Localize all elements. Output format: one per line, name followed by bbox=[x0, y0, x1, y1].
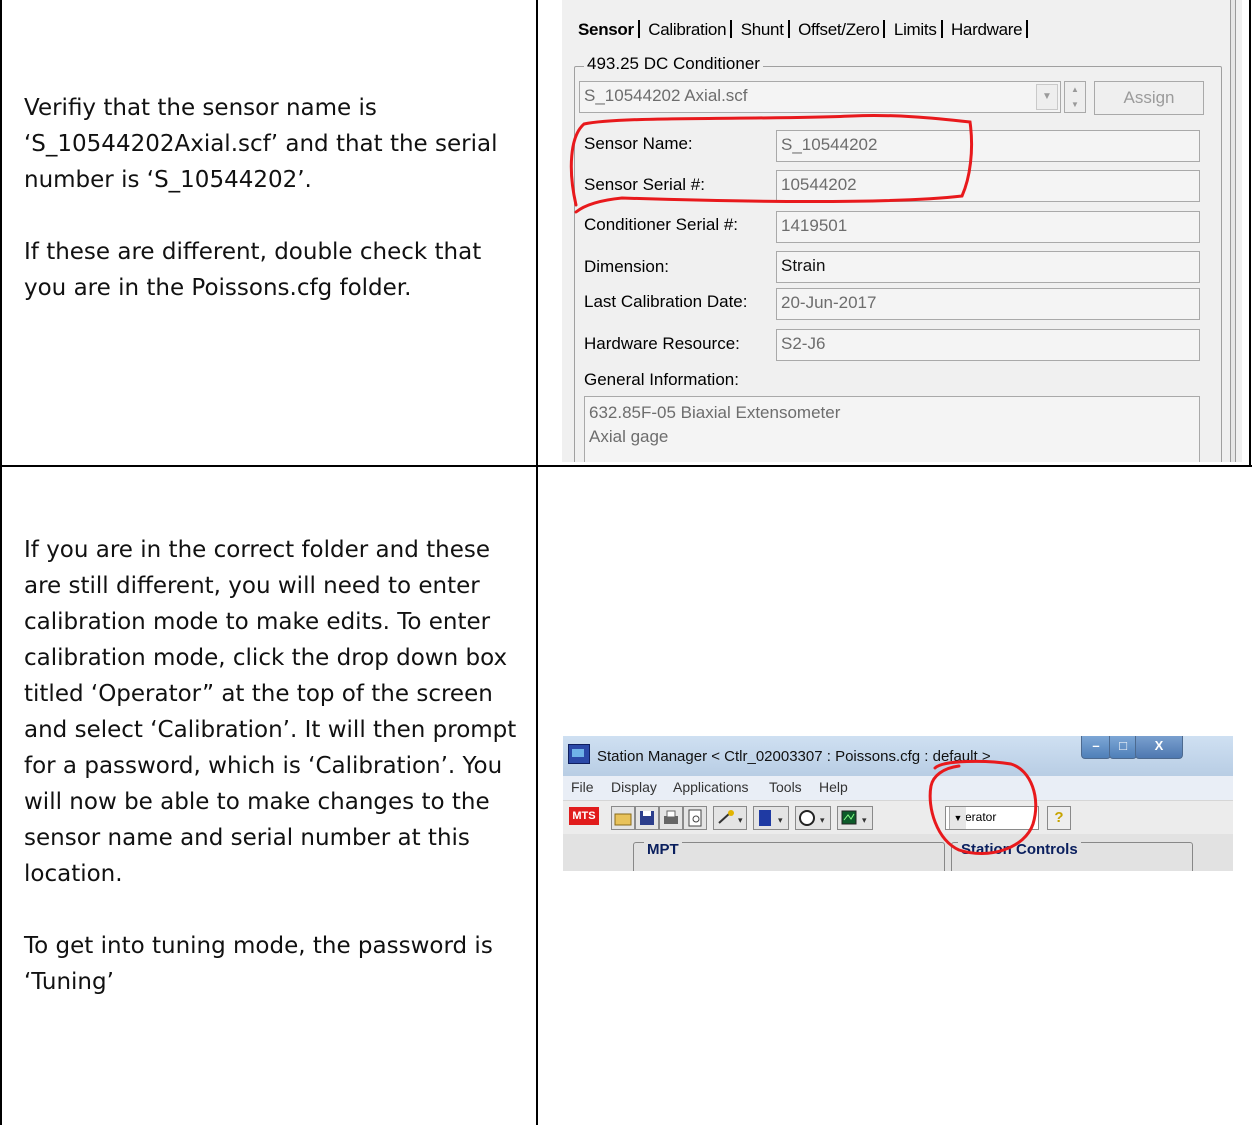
tab-sensor[interactable]: Sensor bbox=[578, 20, 638, 40]
conditioner-serial-value: 1419501 bbox=[781, 216, 848, 235]
gauge-icon[interactable]: ▾ bbox=[795, 806, 831, 830]
conditioner-serial-field[interactable]: 1419501 bbox=[776, 211, 1200, 243]
menu-display[interactable]: Display bbox=[611, 779, 657, 795]
station-controls-panel: Station Controls bbox=[951, 841, 1193, 871]
minimize-icon[interactable]: – bbox=[1081, 736, 1111, 759]
general-info-textarea[interactable]: 632.85F-05 Biaxial Extensometer Axial ga… bbox=[584, 396, 1200, 462]
sensor-dialog-screenshot: Sensor Calibration Shunt Offset/Zero Lim… bbox=[562, 0, 1242, 462]
dimension-label: Dimension: bbox=[584, 257, 670, 276]
conditioner-group-title: 493.25 DC Conditioner bbox=[584, 54, 763, 74]
sensor-tabs: Sensor Calibration Shunt Offset/Zero Lim… bbox=[578, 20, 1032, 40]
menu-bar: File Display Applications Tools Help bbox=[563, 776, 1233, 800]
spin-buttons[interactable]: ▲ ▼ bbox=[1064, 81, 1086, 113]
question-icon[interactable]: ? bbox=[1047, 806, 1071, 830]
window-title: Station Manager < Ctlr_02003307 : Poisso… bbox=[597, 748, 991, 765]
assign-button[interactable]: Assign bbox=[1094, 81, 1204, 115]
instruction-paragraph: To get into tuning mode, the password is… bbox=[24, 933, 493, 995]
instruction-cell-1: Verifiy that the sensor name is ‘S_10544… bbox=[24, 90, 524, 306]
menu-tools[interactable]: Tools bbox=[769, 779, 802, 795]
tab-calibration[interactable]: Calibration bbox=[648, 20, 730, 40]
dimension-value: Strain bbox=[781, 256, 826, 275]
save-icon[interactable] bbox=[635, 806, 659, 830]
instruction-paragraph: If these are different, double check tha… bbox=[24, 239, 482, 301]
menu-file[interactable]: File bbox=[571, 779, 594, 795]
instruction-paragraph: Verifiy that the sensor name is ‘S_10544… bbox=[24, 95, 498, 193]
chevron-down-icon[interactable]: ▼ bbox=[1036, 84, 1058, 110]
sensor-serial-value: 10544202 bbox=[781, 175, 857, 194]
controller-icon[interactable]: ▾ bbox=[753, 806, 789, 830]
instruction-paragraph: If you are in the correct folder and the… bbox=[24, 537, 517, 887]
mpt-panel-title: MPT bbox=[644, 841, 682, 858]
sensor-name-label: Sensor Name: bbox=[584, 134, 693, 153]
dimension-field[interactable]: Strain bbox=[776, 251, 1200, 283]
sensor-name-value: S_10544202 bbox=[781, 135, 878, 154]
open-folder-icon[interactable] bbox=[611, 806, 635, 830]
last-calibration-date-value: 20-Jun-2017 bbox=[781, 293, 877, 312]
station-manager-app-icon bbox=[568, 744, 590, 764]
mpt-panel: MPT bbox=[633, 841, 945, 871]
role-select[interactable]: Operator ▼ bbox=[945, 806, 1039, 830]
chevron-down-icon[interactable]: ▼ bbox=[949, 807, 966, 829]
close-icon[interactable]: X bbox=[1135, 736, 1183, 759]
general-info-line: Axial gage bbox=[589, 427, 669, 446]
svg-text:▾: ▾ bbox=[738, 815, 743, 825]
table-divider-vertical bbox=[536, 0, 538, 1125]
sensor-file-select[interactable]: S_10544202 Axial.scf ▼ bbox=[579, 81, 1061, 113]
wand-icon[interactable]: ▾ bbox=[713, 806, 747, 830]
tab-offset-zero[interactable]: Offset/Zero bbox=[798, 20, 883, 40]
general-info-label: General Information: bbox=[584, 370, 739, 389]
preview-icon[interactable] bbox=[683, 806, 707, 830]
svg-text:▾: ▾ bbox=[862, 815, 867, 825]
station-manager-screenshot: Station Manager < Ctlr_02003307 : Poisso… bbox=[563, 736, 1233, 871]
station-controls-title: Station Controls bbox=[958, 841, 1081, 858]
hardware-resource-value: S2-J6 bbox=[781, 334, 826, 353]
print-icon[interactable] bbox=[659, 806, 683, 830]
sensor-name-field[interactable]: S_10544202 bbox=[776, 130, 1200, 162]
spin-down-icon[interactable]: ▼ bbox=[1065, 97, 1085, 112]
dialog-scroll-edge bbox=[1230, 0, 1236, 462]
tab-limits[interactable]: Limits bbox=[894, 20, 941, 40]
conditioner-serial-label: Conditioner Serial #: bbox=[584, 215, 739, 234]
mts-logo[interactable]: MTS bbox=[569, 807, 599, 825]
scope-icon[interactable]: ▾ bbox=[837, 806, 873, 830]
last-calibration-date-label: Last Calibration Date: bbox=[584, 292, 748, 311]
toolbar: MTS ▾ ▾ ▾ ▾ Operator ▼ ? bbox=[563, 800, 1233, 835]
last-calibration-date-field[interactable]: 20-Jun-2017 bbox=[776, 288, 1200, 320]
svg-text:▾: ▾ bbox=[778, 815, 783, 825]
sensor-serial-label: Sensor Serial #: bbox=[584, 175, 705, 194]
hardware-resource-field[interactable]: S2-J6 bbox=[776, 329, 1200, 361]
hardware-resource-label: Hardware Resource: bbox=[584, 334, 740, 353]
table-divider-horizontal bbox=[0, 465, 1252, 467]
tab-hardware[interactable]: Hardware bbox=[951, 20, 1026, 40]
tab-shunt[interactable]: Shunt bbox=[741, 20, 788, 40]
menu-applications[interactable]: Applications bbox=[673, 779, 749, 795]
panel-row: MPT Station Controls bbox=[563, 834, 1233, 871]
table-border-right bbox=[1249, 0, 1251, 466]
general-info-line: 632.85F-05 Biaxial Extensometer bbox=[589, 403, 841, 422]
sensor-serial-field[interactable]: 10544202 bbox=[776, 170, 1200, 202]
sensor-file-value: S_10544202 Axial.scf bbox=[584, 86, 748, 105]
svg-text:▾: ▾ bbox=[820, 815, 825, 825]
menu-help[interactable]: Help bbox=[819, 779, 848, 795]
table-border-left bbox=[0, 0, 2, 1125]
spin-up-icon[interactable]: ▲ bbox=[1065, 82, 1085, 97]
instruction-cell-2: If you are in the correct folder and the… bbox=[24, 532, 524, 1000]
window-titlebar: Station Manager < Ctlr_02003307 : Poisso… bbox=[563, 736, 1233, 776]
maximize-icon[interactable]: □ bbox=[1109, 736, 1137, 759]
